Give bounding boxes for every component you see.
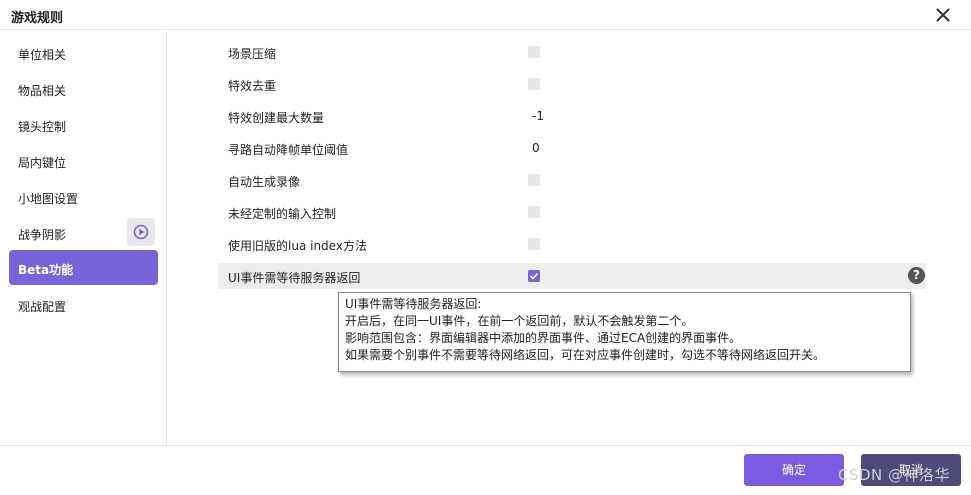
setting-checkbox[interactable]	[528, 238, 540, 250]
tooltip-line: UI事件需等待服务器返回:	[345, 297, 482, 311]
sidebar-item-label: 镜头控制	[18, 120, 67, 134]
sidebar-item-camera[interactable]: 镜头控制	[9, 107, 158, 142]
setting-label: 使用旧版的lua index方法	[228, 239, 367, 253]
dialog-title: 游戏规则	[11, 11, 64, 26]
setting-row-auto-replay: 自动生成录像	[218, 167, 926, 193]
tooltip: UI事件需等待服务器返回: 开启后，在同一UI事件，在前一个返回前，默认不会触发…	[338, 292, 911, 372]
setting-checkbox[interactable]	[528, 46, 540, 58]
setting-row-lua-index: 使用旧版的lua index方法	[218, 231, 926, 257]
sidebar-item-label: 观战配置	[18, 300, 67, 314]
sidebar-item-items[interactable]: 物品相关	[9, 71, 158, 106]
setting-label: 场景压缩	[228, 47, 277, 61]
setting-row-scene-compression: 场景压缩	[218, 39, 926, 65]
setting-row-effect-dedupe: 特效去重	[218, 71, 926, 97]
setting-checkbox[interactable]	[528, 206, 540, 218]
setting-checkbox[interactable]	[528, 270, 540, 282]
sidebar-item-minimap[interactable]: 小地图设置	[9, 179, 158, 214]
sidebar-item-label: 小地图设置	[18, 192, 79, 206]
dialog-titlebar: 游戏规则	[0, 0, 971, 30]
tooltip-line: 开启后，在同一UI事件，在前一个返回前，默认不会触发第二个。	[345, 314, 694, 328]
sidebar-item-spectator[interactable]: 观战配置	[9, 287, 158, 322]
setting-checkbox[interactable]	[528, 78, 540, 90]
setting-checkbox[interactable]	[528, 174, 540, 186]
sidebar-item-label: 战争阴影	[18, 228, 67, 242]
setting-value[interactable]: -1	[532, 109, 544, 123]
setting-label: 寻路自动降帧单位阈值	[228, 143, 349, 157]
sidebar-item-beta[interactable]: Beta功能	[9, 250, 158, 285]
close-icon[interactable]	[933, 5, 953, 25]
setting-label: UI事件需等待服务器返回	[228, 271, 361, 285]
watermark: CSDN @神洛华	[838, 466, 951, 484]
ok-button[interactable]: 确定	[744, 454, 844, 486]
sidebar-item-unit[interactable]: 单位相关	[9, 35, 158, 70]
dialog-footer: 确定 取消 CSDN @神洛华	[0, 445, 971, 495]
sidebar-item-keybinds[interactable]: 局内键位	[9, 143, 158, 178]
tooltip-line: 如果需要个别事件不需要等待网络返回，可在对应事件创建时，勾选不等待网络返回开关。	[345, 348, 826, 362]
setting-row-ui-event-wait: UI事件需等待服务器返回 ?	[218, 263, 926, 289]
setting-label: 特效去重	[228, 79, 277, 93]
setting-row-effect-max: 特效创建最大数量 -1	[218, 103, 926, 129]
sidebar-item-label: 局内键位	[18, 156, 67, 170]
setting-label: 自动生成录像	[228, 175, 301, 189]
sidebar-item-label: 单位相关	[18, 48, 67, 62]
setting-label: 未经定制的输入控制	[228, 207, 337, 221]
checkmark-icon	[529, 272, 539, 280]
setting-row-input-control: 未经定制的输入控制	[218, 199, 926, 225]
sidebar-item-label: 物品相关	[18, 84, 67, 98]
sidebar-item-label: Beta功能	[18, 263, 74, 277]
help-icon[interactable]: ?	[908, 267, 925, 284]
setting-value[interactable]: 0	[532, 141, 540, 155]
tooltip-line: 影响范围包含：界面编辑器中添加的界面事件、通过ECA创建的界面事件。	[345, 331, 742, 345]
setting-row-pathfinding-threshold: 寻路自动降帧单位阈值 0	[218, 135, 926, 161]
setting-label: 特效创建最大数量	[228, 111, 325, 125]
settings-panel: 场景压缩 特效去重 特效创建最大数量 -1 寻路自动降帧单位阈值 0 自动生成录…	[168, 31, 971, 445]
play-button[interactable]	[127, 218, 155, 246]
